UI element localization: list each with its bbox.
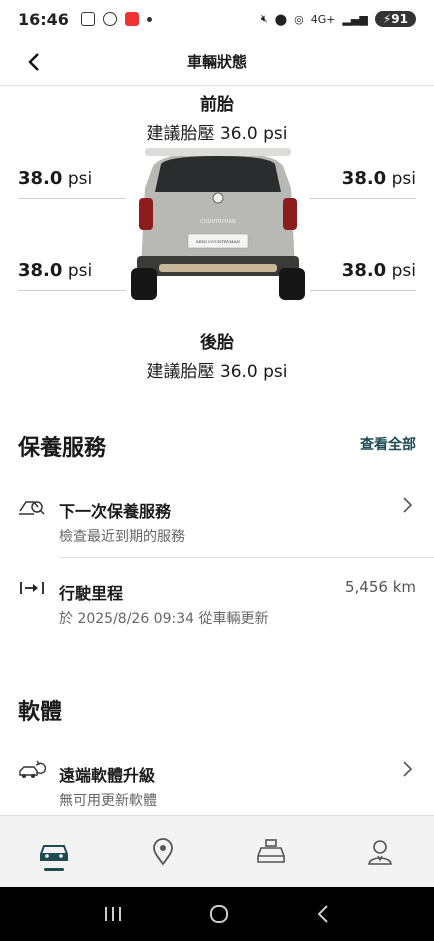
odometer-icon [20, 582, 44, 594]
user-icon [367, 839, 392, 865]
front-right-line [310, 198, 416, 199]
maintenance-section-title: 保養服務 [18, 436, 107, 461]
screenshot-icon [80, 12, 95, 26]
mute-icon: 🔇︎ [260, 12, 268, 25]
line-app-icon [102, 12, 117, 26]
service-icon [19, 501, 45, 515]
license-plate: MINI COUNTRYMAN [196, 239, 240, 244]
nav-profile[interactable] [326, 816, 434, 887]
rear-tires-title: 後胎 [200, 333, 234, 353]
network-label: 4G+ [310, 12, 336, 26]
more-notifications-icon [146, 16, 152, 22]
rear-right-value: 38.0 [341, 260, 387, 281]
rear-left-value: 38.0 [18, 260, 63, 281]
front-left-line [18, 198, 126, 199]
next-service-title: 下一次保養服務 [59, 502, 172, 521]
front-left-unit: psi [67, 169, 93, 189]
nav-vehicle[interactable] [0, 816, 109, 887]
car-icon [40, 844, 69, 861]
bottom-navigation [0, 815, 434, 887]
mileage-subtitle: 於 2025/8/26 09:34 從車輛更新 [59, 611, 269, 627]
front-left-pressure: 38.0 psi [18, 168, 92, 189]
nav-services[interactable] [217, 816, 326, 887]
mileage-value: 5,456 km [344, 578, 416, 596]
software-section-title: 軟體 [18, 700, 63, 725]
recent-apps-icon[interactable] [103, 905, 123, 923]
hotspot-icon: ◎ [294, 12, 304, 26]
front-recommended-pressure: 建議胎壓 36.0 psi [146, 124, 288, 144]
next-service-row[interactable]: 下一次保養服務 檢查最近到期的服務 [0, 484, 434, 558]
car-update-icon [19, 760, 46, 778]
map-pin-icon [152, 837, 173, 866]
tire-pressure-panel: 前胎 建議胎壓 36.0 psi COUNTRYMAN MINI COUNTRY… [0, 86, 434, 386]
next-service-subtitle: 檢查最近到期的服務 [59, 529, 185, 545]
rear-left-pressure: 38.0 psi [18, 260, 92, 281]
mileage-row: 行駛里程 於 2025/8/26 09:34 從車輛更新 5,456 km [0, 566, 434, 636]
car-rear-image: COUNTRYMAN MINI COUNTRYMAN [131, 148, 305, 300]
signal-icon: ▂▄▆ [342, 12, 368, 26]
front-right-value: 38.0 [341, 168, 387, 189]
page-title: 車輛狀態 [186, 53, 247, 71]
rear-right-unit: psi [391, 261, 416, 281]
car-badge: COUNTRYMAN [200, 219, 236, 225]
chevron-left-icon [28, 53, 39, 71]
car-service-icon [257, 838, 286, 863]
remote-update-title: 遠端軟體升級 [59, 766, 156, 785]
back-button[interactable] [20, 48, 48, 76]
status-bar: 16:46 🔇︎ ⬤ ◎ 4G+ ▂▄▆ ⚡91 [0, 0, 434, 38]
battery-indicator: ⚡91 [374, 11, 416, 27]
rear-right-line [310, 290, 416, 291]
rear-right-pressure: 38.0 psi [342, 260, 416, 281]
location-icon: ⬤ [274, 12, 288, 26]
front-tires-title: 前胎 [200, 95, 234, 115]
notification-app-icon [124, 12, 139, 26]
app-header: 車輛狀態 [0, 38, 434, 86]
nav-location[interactable] [109, 816, 218, 887]
front-right-unit: psi [391, 169, 416, 189]
front-left-value: 38.0 [18, 168, 63, 189]
system-back-icon[interactable] [315, 904, 331, 924]
rear-recommended-pressure: 建議胎壓 36.0 psi [146, 362, 288, 382]
battery-level: 91 [391, 12, 408, 26]
system-navigation-bar [0, 887, 434, 941]
rear-tires-header: 後胎 建議胎壓 36.0 psi [0, 328, 434, 382]
status-time: 16:46 [18, 9, 69, 29]
front-tires-header: 前胎 建議胎壓 36.0 psi [0, 90, 434, 144]
view-all-link[interactable]: 查看全部 [360, 434, 416, 454]
rear-left-unit: psi [67, 261, 93, 281]
rear-left-line [18, 290, 126, 291]
home-icon[interactable] [208, 903, 230, 925]
nav-active-indicator [44, 868, 65, 871]
maintenance-divider [59, 557, 434, 558]
chevron-right-icon [403, 497, 413, 513]
remote-update-row[interactable]: 遠端軟體升級 無可用更新軟體 [0, 748, 434, 810]
front-right-pressure: 38.0 psi [342, 168, 416, 189]
mileage-title: 行駛里程 [59, 584, 124, 603]
remote-update-subtitle: 無可用更新軟體 [59, 793, 157, 809]
chevron-right-icon [403, 761, 413, 777]
